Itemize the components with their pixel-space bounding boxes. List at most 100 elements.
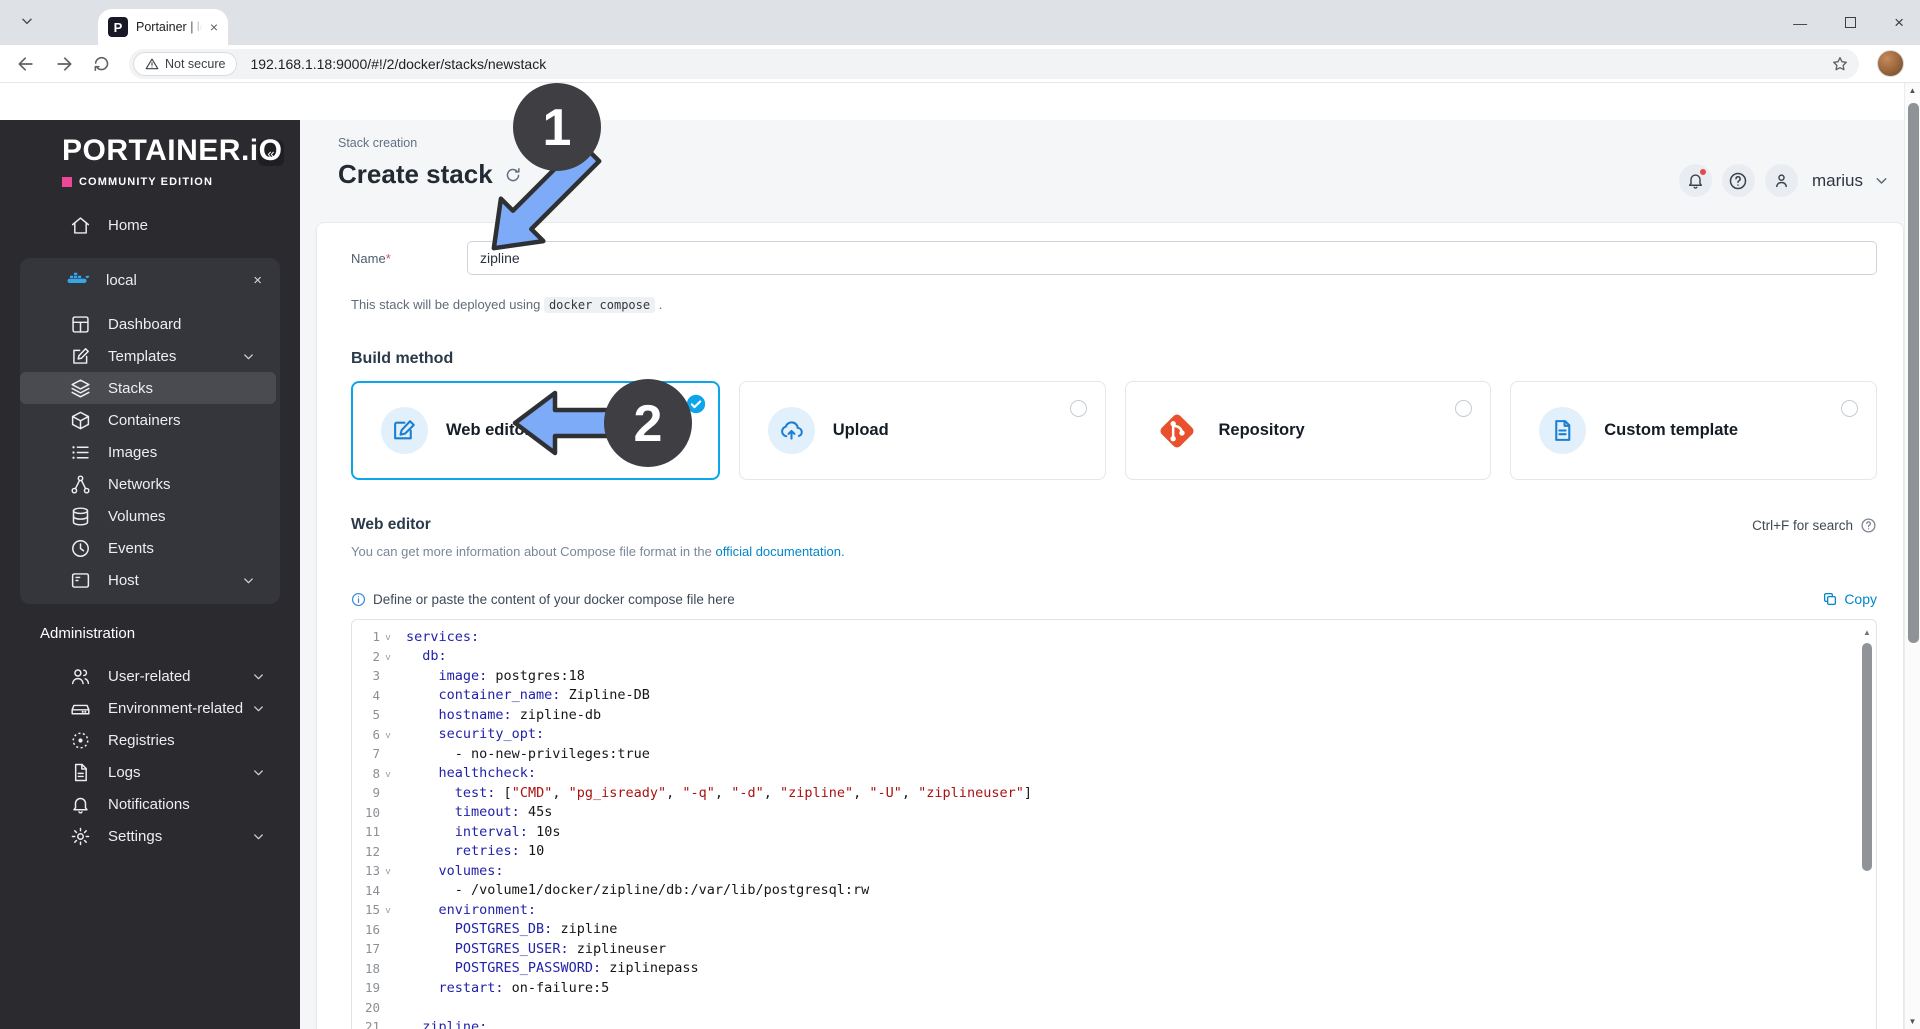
containers-icon — [70, 410, 91, 431]
help-circle-icon[interactable] — [1860, 517, 1877, 534]
sidebar-item-label: Templates — [108, 348, 176, 365]
compose-code-editor[interactable]: 1vservices:2v db:3 image: postgres:184 c… — [351, 619, 1877, 1029]
not-secure-badge[interactable]: Not secure — [133, 52, 237, 76]
sidebar-item-volumes[interactable]: Volumes — [20, 500, 280, 532]
sidebar-item-events[interactable]: Events — [20, 532, 280, 564]
fold-icon[interactable]: v — [380, 864, 396, 877]
notifications-button[interactable] — [1679, 164, 1712, 197]
fold-icon[interactable] — [380, 714, 396, 716]
window-close-icon[interactable]: × — [1894, 13, 1904, 33]
official-documentation-link[interactable]: official documentation — [715, 544, 841, 559]
code-line: 13v volumes: — [352, 861, 1876, 881]
fold-icon[interactable] — [380, 1026, 396, 1028]
radio-unselected-icon[interactable] — [1841, 400, 1858, 417]
editor-scrollbar-thumb[interactable] — [1862, 643, 1872, 871]
scroll-up-icon[interactable]: ▲ — [1905, 86, 1920, 95]
fold-icon[interactable] — [380, 889, 396, 891]
radio-unselected-icon[interactable] — [1070, 400, 1087, 417]
window-minimize-icon[interactable]: — — [1793, 15, 1807, 31]
sidebar-item-logs[interactable]: Logs — [0, 756, 300, 788]
build-method-repository[interactable]: Repository — [1125, 381, 1492, 480]
fold-icon[interactable] — [380, 792, 396, 794]
url-field[interactable]: Not secure 192.168.1.18:9000/#!/2/docker… — [129, 49, 1859, 79]
fold-icon[interactable] — [380, 831, 396, 833]
logs-icon — [70, 762, 91, 783]
sidebar-item-containers[interactable]: Containers — [20, 404, 280, 436]
page-scrollbar-thumb[interactable] — [1908, 103, 1919, 643]
edition-square-icon — [62, 177, 72, 187]
fold-icon[interactable] — [380, 948, 396, 950]
window-maximize-icon[interactable] — [1845, 17, 1856, 28]
reload-icon[interactable] — [92, 54, 111, 73]
fold-icon[interactable] — [380, 1006, 396, 1008]
editor-scrollbar[interactable]: ▲ — [1861, 628, 1873, 871]
stack-name-input[interactable] — [467, 241, 1877, 275]
fold-icon[interactable] — [380, 987, 396, 989]
back-icon[interactable] — [16, 54, 36, 74]
page-scrollbar[interactable]: ▲ ▼ — [1904, 83, 1920, 1029]
sidebar-item-stacks[interactable]: Stacks — [20, 372, 276, 404]
help-icon — [1728, 171, 1748, 191]
scroll-up-icon[interactable]: ▲ — [1861, 628, 1873, 638]
code-line: 21 zipline: — [352, 1017, 1876, 1029]
chevron-down-icon — [251, 669, 266, 684]
tab-search-icon[interactable] — [20, 14, 34, 33]
forward-icon[interactable] — [54, 54, 74, 74]
environment-header[interactable]: local × — [20, 258, 280, 302]
sidebar-item-host[interactable]: Host — [20, 564, 280, 596]
build-method-label: Web editor — [446, 421, 531, 440]
fold-icon[interactable]: v — [380, 650, 396, 663]
build-method-custom-template[interactable]: Custom template — [1510, 381, 1877, 480]
docker-whale-icon — [66, 268, 90, 292]
environment-close-icon[interactable]: × — [253, 272, 262, 289]
sidebar-item-templates[interactable]: Templates — [20, 340, 280, 372]
browser-profile-avatar[interactable] — [1877, 50, 1904, 77]
fold-icon[interactable] — [380, 850, 396, 852]
fold-icon[interactable] — [380, 811, 396, 813]
radio-unselected-icon[interactable] — [1455, 400, 1472, 417]
sidebar-item-label: Environment-related — [108, 700, 243, 717]
build-method-label: Custom template — [1604, 421, 1738, 440]
sidebar-item-label: Home — [108, 217, 148, 234]
chevron-down-icon[interactable] — [1873, 172, 1890, 189]
refresh-icon[interactable] — [504, 166, 522, 184]
host-icon — [70, 570, 91, 591]
code-line: 8v healthcheck: — [352, 764, 1876, 784]
build-method-web-editor[interactable]: Web editor — [351, 381, 720, 480]
fold-icon[interactable]: v — [380, 728, 396, 741]
sidebar-item-networks[interactable]: Networks — [20, 468, 280, 500]
fold-icon[interactable] — [380, 967, 396, 969]
scroll-down-icon[interactable]: ▼ — [1905, 1017, 1920, 1026]
code-line: 16 POSTGRES_DB: zipline — [352, 920, 1876, 940]
browser-tab[interactable]: P Portainer | local × — [98, 9, 228, 45]
build-method-upload[interactable]: Upload — [739, 381, 1106, 480]
chevron-down-icon — [251, 765, 266, 780]
help-button[interactable] — [1722, 164, 1755, 197]
sidebar-item-settings[interactable]: Settings — [0, 820, 300, 852]
tab-close-icon[interactable]: × — [210, 19, 218, 35]
fold-icon[interactable]: v — [380, 767, 396, 780]
sidebar-item-home[interactable]: Home — [0, 208, 300, 242]
user-menu-button[interactable] — [1765, 164, 1798, 197]
dashboard-icon — [70, 314, 91, 335]
fold-icon[interactable] — [380, 694, 396, 696]
fold-icon[interactable]: v — [380, 903, 396, 916]
copy-button[interactable]: Copy — [1822, 591, 1877, 607]
sidebar-item-user-related[interactable]: User-related — [0, 660, 300, 692]
sidebar-item-environment-related[interactable]: Environment-related — [0, 692, 300, 724]
fold-icon[interactable] — [380, 928, 396, 930]
sidebar-item-label: Notifications — [108, 796, 190, 813]
bookmark-star-icon[interactable] — [1831, 55, 1849, 73]
code-line: 15v environment: — [352, 900, 1876, 920]
code-line: 9 test: ["CMD", "pg_isready", "-q", "-d"… — [352, 783, 1876, 803]
sidebar-item-images[interactable]: Images — [20, 436, 280, 468]
images-icon — [70, 442, 91, 463]
fold-icon[interactable] — [380, 753, 396, 755]
sidebar-item-dashboard[interactable]: Dashboard — [20, 308, 280, 340]
code-line: 5 hostname: zipline-db — [352, 705, 1876, 725]
fold-icon[interactable]: v — [380, 630, 396, 643]
fold-icon[interactable] — [380, 675, 396, 677]
sidebar-item-notifications[interactable]: Notifications — [0, 788, 300, 820]
chevron-down-icon — [241, 573, 256, 588]
sidebar-item-registries[interactable]: Registries — [0, 724, 300, 756]
